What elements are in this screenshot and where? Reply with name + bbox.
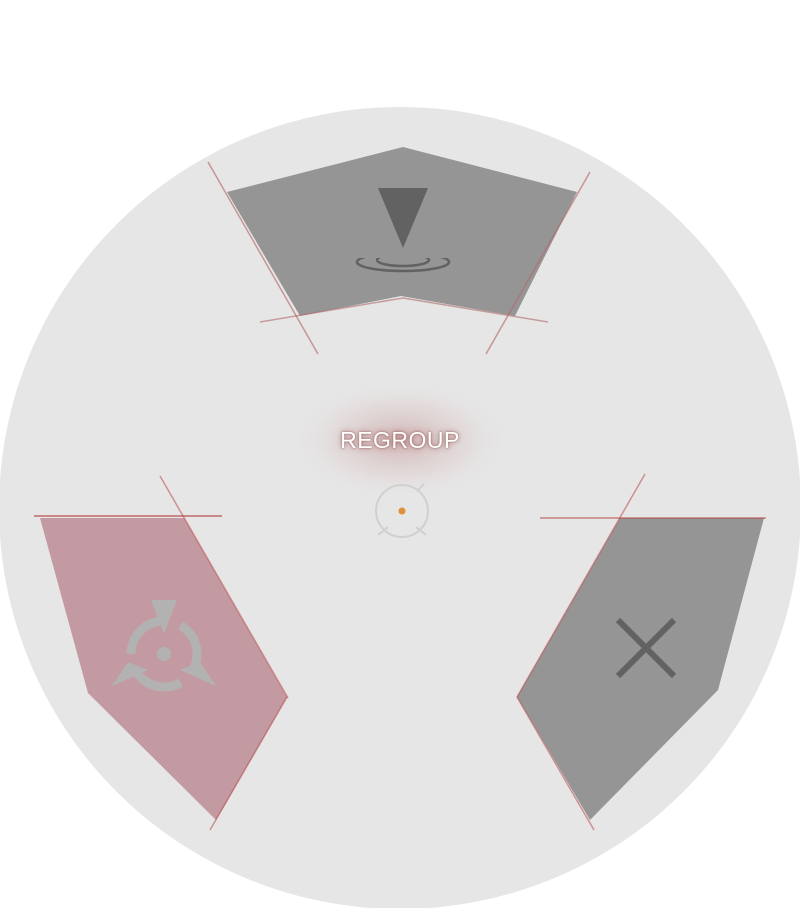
command-wheel: REGROUP xyxy=(0,0,800,908)
cursor-dot xyxy=(398,507,406,515)
selected-command-label: REGROUP xyxy=(340,427,460,453)
